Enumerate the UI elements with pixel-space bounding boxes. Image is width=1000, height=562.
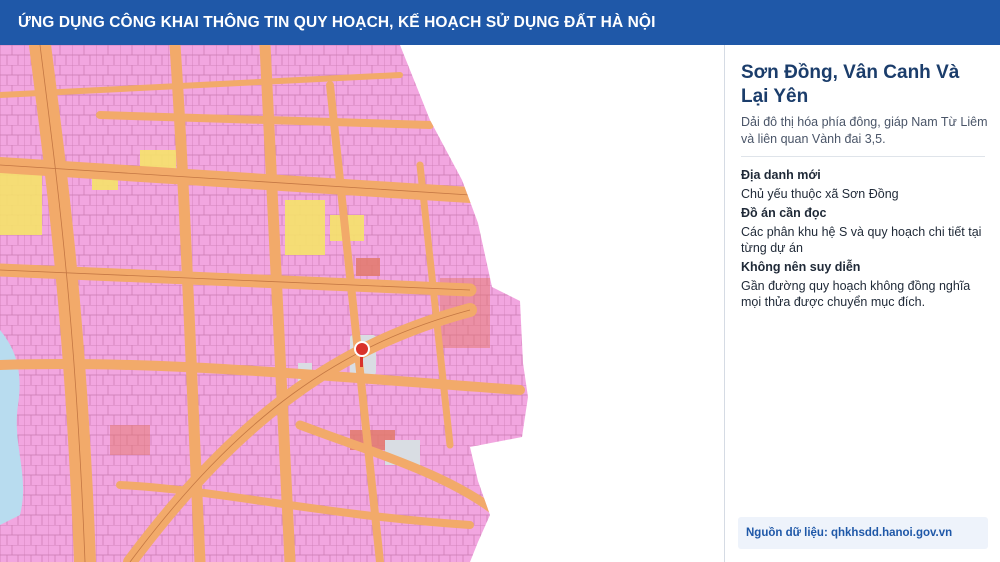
panel-description: Dải đô thị hóa phía đông, giáp Nam Từ Li… [741, 115, 988, 146]
planning-map[interactable] [0, 45, 724, 562]
info-panel: Sơn Đồng, Vân Canh Và Lại Yên Dải đô thị… [724, 45, 1000, 562]
section-label: Địa danh mới [741, 168, 821, 182]
section-text: Chủ yếu thuộc xã Sơn Đồng [741, 187, 899, 201]
section-label: Đồ án cần đọc [741, 206, 827, 220]
section-khong-nen-suy-dien: Không nên suy diễn Gần đường quy hoạch k… [741, 259, 991, 310]
land-area [0, 45, 528, 562]
section-text: Các phân khu hệ S và quy hoạch chi tiết … [741, 225, 982, 255]
map-canvas[interactable] [0, 45, 724, 562]
app-header: ỨNG DỤNG CÔNG KHAI THÔNG TIN QUY HOẠCH, … [0, 0, 1000, 45]
data-source-text: Nguồn dữ liệu: qhkhsdd.hanoi.gov.vn [746, 527, 953, 539]
data-source-note: Nguồn dữ liệu: qhkhsdd.hanoi.gov.vn [738, 517, 988, 549]
panel-divider [741, 156, 985, 157]
section-do-an-can-doc: Đồ án cần đọc Các phân khu hệ S và quy h… [741, 205, 991, 256]
section-text: Gần đường quy hoạch không đồng nghĩa mọi… [741, 279, 971, 309]
panel-title: Sơn Đồng, Vân Canh Và Lại Yên [741, 62, 960, 107]
section-label: Không nên suy diễn [741, 260, 861, 274]
section-dia-danh-moi: Địa danh mới Chủ yếu thuộc xã Sơn Đồng [741, 167, 991, 202]
app-title: ỨNG DỤNG CÔNG KHAI THÔNG TIN QUY HOẠCH, … [18, 13, 656, 31]
